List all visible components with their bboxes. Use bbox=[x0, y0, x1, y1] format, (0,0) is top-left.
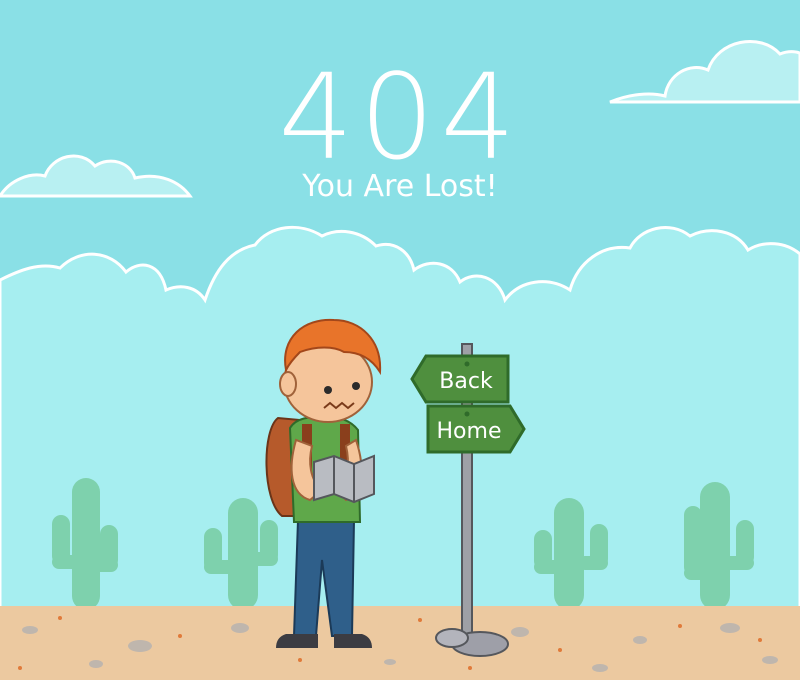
error-404-scene: Back Home 404 You Are Lost! bbox=[0, 0, 800, 680]
right-shoe bbox=[334, 634, 372, 648]
cloud-band bbox=[0, 225, 800, 612]
back-sign-label: Back bbox=[439, 369, 493, 394]
error-code: 404 bbox=[278, 48, 522, 186]
left-eye bbox=[324, 386, 332, 394]
home-sign-label: Home bbox=[437, 419, 502, 444]
left-shoe bbox=[276, 634, 318, 648]
error-message: You Are Lost! bbox=[302, 169, 498, 204]
ground bbox=[0, 606, 800, 680]
home-sign[interactable]: Home bbox=[426, 404, 526, 454]
map bbox=[313, 454, 375, 504]
back-sign[interactable]: Back bbox=[410, 354, 510, 404]
right-eye bbox=[352, 382, 360, 390]
